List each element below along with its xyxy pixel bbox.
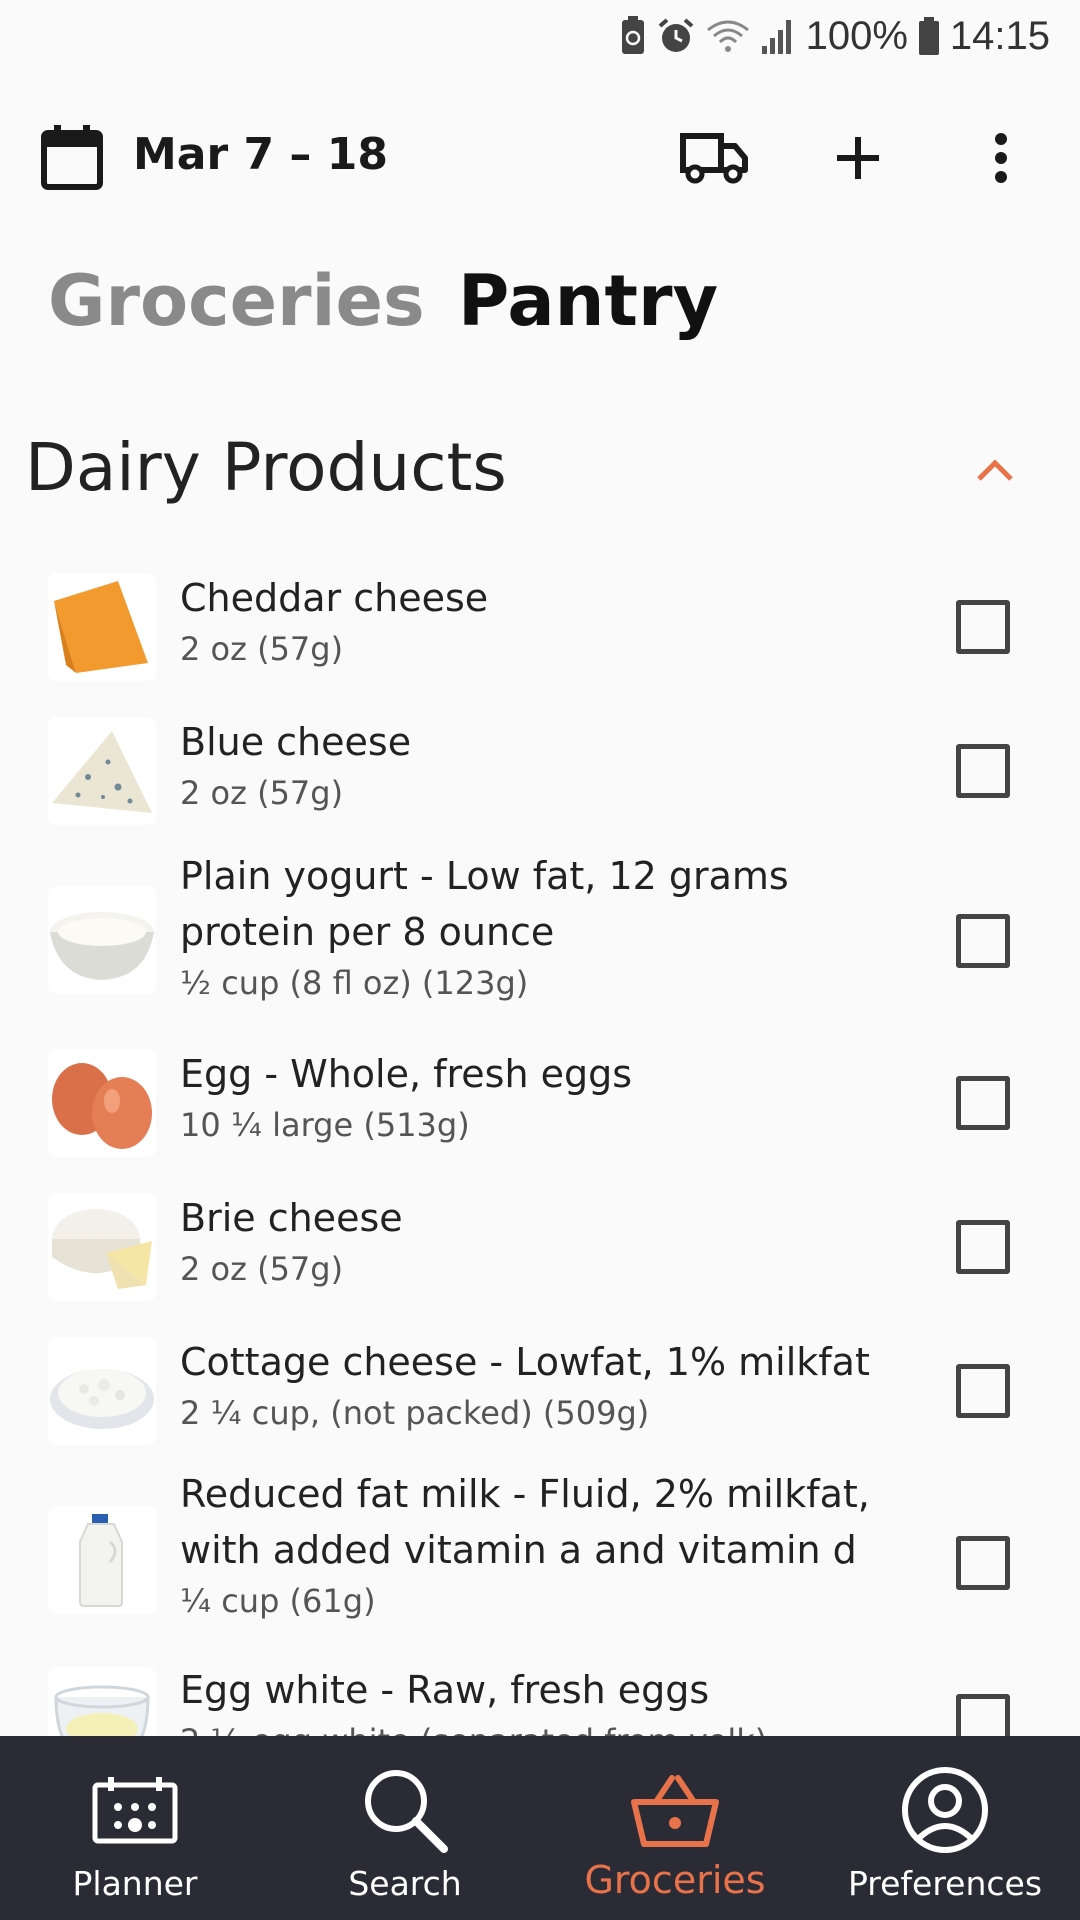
plus-icon[interactable] bbox=[818, 123, 898, 193]
chevron-up-icon[interactable] bbox=[960, 435, 1030, 505]
blue-cheese-image bbox=[48, 717, 156, 825]
item-checkbox[interactable] bbox=[956, 600, 1010, 654]
item-name: Egg - Whole, fresh eggs bbox=[180, 1052, 633, 1096]
list-item[interactable]: Cheddar cheese 2 oz (57g) bbox=[0, 560, 1080, 700]
signal-icon bbox=[760, 16, 796, 56]
section-header[interactable]: Dairy Products bbox=[0, 425, 1080, 515]
nav-search[interactable]: Search bbox=[270, 1736, 540, 1920]
list-item[interactable]: Egg - Whole, fresh eggs 10 ¼ large (513g… bbox=[0, 1036, 1080, 1176]
nav-label: Planner bbox=[72, 1864, 198, 1903]
calendar-icon[interactable] bbox=[40, 125, 104, 195]
item-quantity: 10 ¼ large (513g) bbox=[180, 1106, 470, 1144]
list-item[interactable]: Reduced fat milk - Fluid, 2% milkfat, wi… bbox=[0, 1466, 1080, 1652]
item-name: Brie cheese bbox=[180, 1196, 403, 1240]
item-checkbox[interactable] bbox=[956, 1220, 1010, 1274]
item-checkbox[interactable] bbox=[956, 744, 1010, 798]
nav-planner[interactable]: Planner bbox=[0, 1736, 270, 1920]
wifi-icon bbox=[706, 16, 750, 56]
nav-preferences[interactable]: Preferences bbox=[810, 1736, 1080, 1920]
eggs-image bbox=[48, 1049, 156, 1157]
item-quantity: 2 oz (57g) bbox=[180, 630, 344, 668]
nav-label: Search bbox=[348, 1864, 462, 1903]
basket-icon bbox=[630, 1760, 720, 1860]
cottage-cheese-image bbox=[48, 1337, 156, 1445]
list-item[interactable]: Brie cheese 2 oz (57g) bbox=[0, 1180, 1080, 1320]
yogurt-image bbox=[48, 886, 156, 994]
brie-cheese-image bbox=[48, 1193, 156, 1301]
item-checkbox[interactable] bbox=[956, 914, 1010, 968]
item-checkbox[interactable] bbox=[956, 1694, 1010, 1736]
item-name: Blue cheese bbox=[180, 720, 412, 764]
bottom-nav: Planner Search Groceries Preferences bbox=[0, 1736, 1080, 1920]
battery-icon bbox=[918, 16, 940, 56]
item-name: Reduced fat milk - Fluid, 2% milkfat, wi… bbox=[180, 1472, 870, 1572]
milk-jug-image bbox=[48, 1506, 156, 1614]
item-quantity: 2 oz (57g) bbox=[180, 774, 344, 812]
battery-percent: 100% bbox=[805, 13, 908, 58]
search-icon bbox=[360, 1760, 450, 1860]
calendar-dots-icon bbox=[92, 1760, 178, 1860]
item-quantity: 2 ½ egg white (separated from yolk) (100… bbox=[180, 1718, 880, 1736]
item-quantity: ½ cup (8 fl oz) (123g) bbox=[180, 964, 529, 1002]
tab-pantry[interactable]: Pantry bbox=[458, 260, 718, 342]
truck-icon[interactable] bbox=[674, 123, 754, 193]
status-bar: 100% 14:15 bbox=[0, 0, 1080, 72]
list-item[interactable]: Blue cheese 2 oz (57g) bbox=[0, 704, 1080, 844]
item-quantity: ¼ cup (61g) bbox=[180, 1582, 376, 1620]
egg-white-image bbox=[48, 1667, 156, 1736]
alarm-icon bbox=[656, 16, 696, 56]
item-name: Cottage cheese - Lowfat, 1% milkfat bbox=[180, 1340, 870, 1384]
cheddar-cheese-image bbox=[48, 573, 156, 681]
more-vert-icon[interactable] bbox=[961, 123, 1041, 193]
item-name: Egg white - Raw, fresh eggs bbox=[180, 1668, 710, 1712]
list-item[interactable]: Egg white - Raw, fresh eggs 2 ½ egg whit… bbox=[0, 1654, 1080, 1736]
item-quantity: 2 oz (57g) bbox=[180, 1250, 344, 1288]
date-range[interactable]: Mar 7 – 18 bbox=[133, 129, 388, 180]
item-name: Plain yogurt - Low fat, 12 grams protein… bbox=[180, 854, 789, 954]
nav-groceries[interactable]: Groceries bbox=[540, 1736, 810, 1920]
nav-label: Groceries bbox=[584, 1858, 766, 1902]
tab-bar: Groceries Pantry bbox=[0, 260, 1080, 360]
list-item[interactable]: Cottage cheese - Lowfat, 1% milkfat 2 ¼ … bbox=[0, 1324, 1080, 1464]
account-circle-icon bbox=[900, 1760, 990, 1860]
item-checkbox[interactable] bbox=[956, 1364, 1010, 1418]
clock: 14:15 bbox=[949, 13, 1050, 58]
section-title: Dairy Products bbox=[25, 429, 507, 506]
item-name: Cheddar cheese bbox=[180, 576, 489, 620]
toolbar: Mar 7 – 18 bbox=[0, 105, 1080, 209]
tab-groceries[interactable]: Groceries bbox=[48, 260, 425, 342]
nav-label: Preferences bbox=[847, 1864, 1043, 1903]
item-quantity: 2 ¼ cup, (not packed) (509g) bbox=[180, 1394, 650, 1432]
item-checkbox[interactable] bbox=[956, 1536, 1010, 1590]
pantry-list: Cheddar cheese 2 oz (57g) Blue cheese 2 … bbox=[0, 560, 1080, 1736]
battery-saver-icon bbox=[620, 16, 646, 56]
item-checkbox[interactable] bbox=[956, 1076, 1010, 1130]
list-item[interactable]: Plain yogurt - Low fat, 12 grams protein… bbox=[0, 848, 1080, 1032]
